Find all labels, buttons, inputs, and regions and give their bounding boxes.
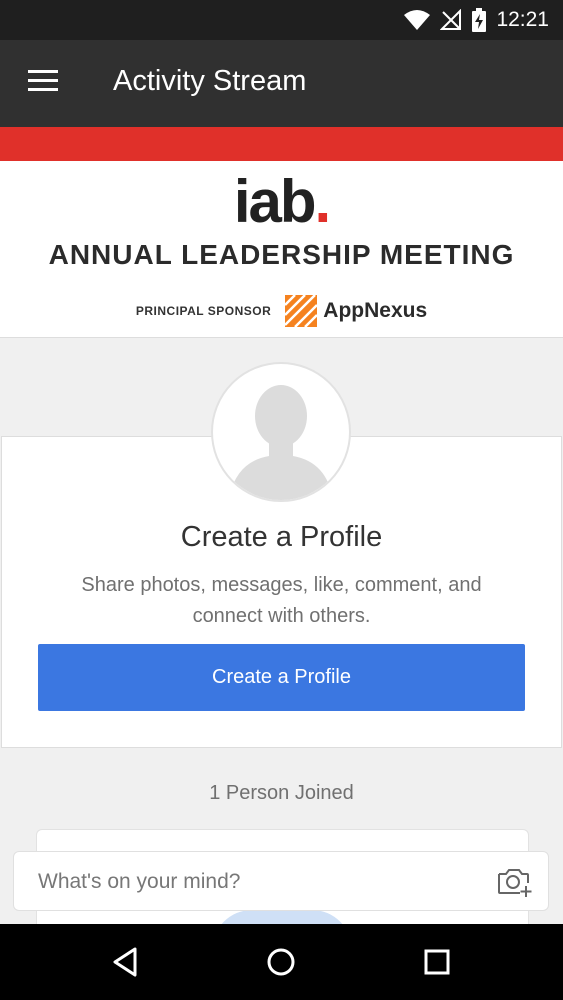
event-headline: ANNUAL LEADERSHIP MEETING bbox=[48, 239, 515, 270]
status-icons: 12:21 bbox=[404, 0, 549, 40]
accent-strip bbox=[0, 127, 563, 161]
camera-add-icon[interactable] bbox=[496, 866, 532, 898]
app-bar: Activity Stream bbox=[0, 40, 563, 127]
sponsor-row: PRINCIPAL SPONSOR AppNexus bbox=[0, 295, 563, 327]
logo-dot: . bbox=[314, 168, 332, 235]
avatar-placeholder bbox=[211, 362, 351, 502]
status-time: 12:21 bbox=[496, 8, 549, 31]
logo-text: iab bbox=[233, 168, 317, 235]
composer-placeholder: What's on your mind? bbox=[38, 870, 241, 893]
person-silhouette-icon bbox=[229, 385, 333, 500]
appnexus-logo-icon bbox=[285, 295, 318, 327]
battery-charging-icon bbox=[472, 8, 487, 32]
home-icon[interactable] bbox=[263, 944, 299, 980]
sponsor-logo: AppNexus bbox=[285, 295, 427, 327]
create-profile-button[interactable]: Create a Profile bbox=[38, 644, 525, 711]
event-logo: iab. bbox=[0, 167, 563, 236]
sponsor-label: PRINCIPAL SPONSOR bbox=[135, 304, 272, 318]
card-title: Create a Profile bbox=[180, 521, 383, 553]
hamburger-menu-icon[interactable] bbox=[28, 70, 60, 94]
system-nav-bar bbox=[0, 924, 563, 1000]
back-icon[interactable] bbox=[107, 944, 143, 980]
no-signal-icon bbox=[440, 9, 462, 30]
joined-count: 1 Person Joined bbox=[209, 782, 354, 804]
status-bar: 12:21 bbox=[0, 0, 563, 40]
sponsor-name: AppNexus bbox=[323, 299, 428, 322]
recents-icon[interactable] bbox=[419, 944, 455, 980]
card-description: Share photos, messages, like, comment, a… bbox=[81, 574, 482, 627]
post-composer[interactable]: What's on your mind? bbox=[13, 851, 549, 911]
page-title: Activity Stream bbox=[113, 65, 307, 97]
event-banner: iab. ANNUAL LEADERSHIP MEETING PRINCIPAL… bbox=[0, 161, 563, 338]
wifi-icon bbox=[404, 10, 431, 30]
